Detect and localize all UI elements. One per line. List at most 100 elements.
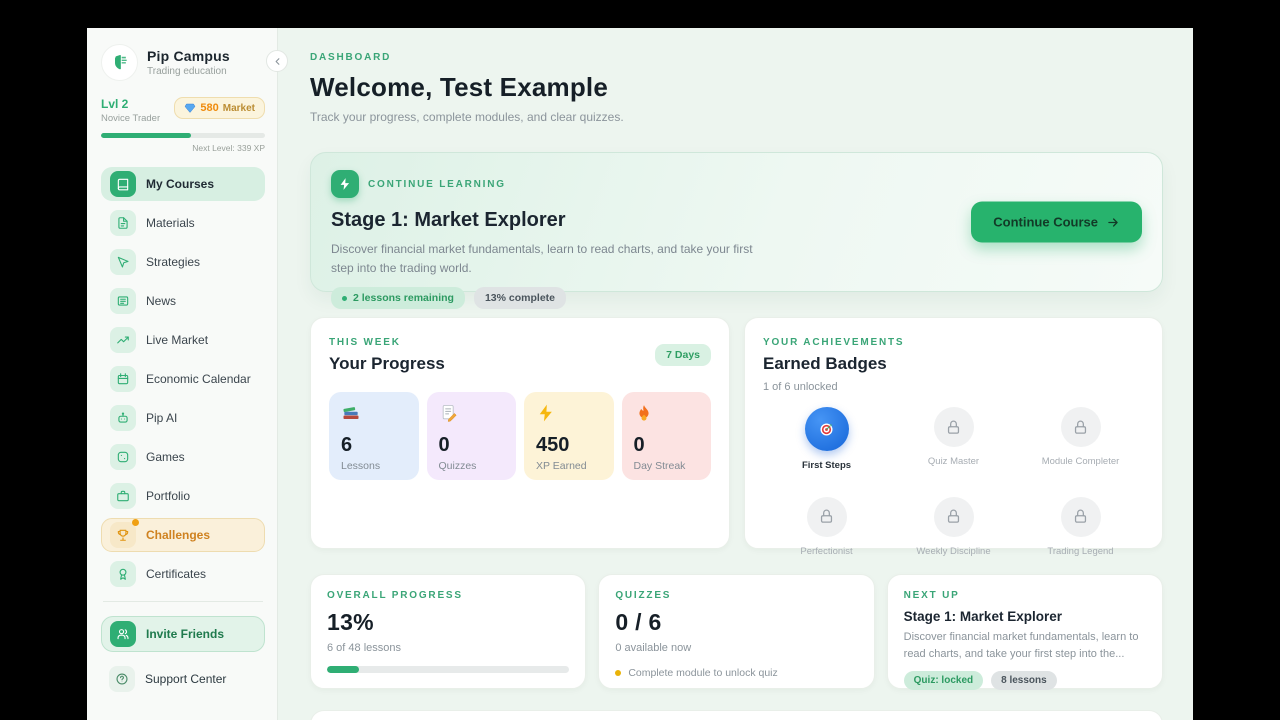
brand-name: Pip Campus bbox=[147, 48, 230, 64]
amber-dot bbox=[615, 670, 622, 676]
achievements-card: YOUR ACHIEVEMENTS Earned Badges 1 of 6 u… bbox=[744, 317, 1163, 557]
sidebar-item-label: Certificates bbox=[146, 567, 207, 581]
quiz-locked-pill: Quiz: locked bbox=[903, 671, 984, 690]
badge-label: Module Completer bbox=[1041, 456, 1120, 467]
bolt-icon bbox=[539, 404, 552, 422]
sidebar-item-live-market[interactable]: Live Market bbox=[101, 323, 265, 357]
sidebar-item-certificates[interactable]: Certificates bbox=[101, 557, 265, 591]
briefcase-icon bbox=[110, 483, 136, 509]
page-eyebrow: DASHBOARD bbox=[310, 52, 392, 63]
currency-name: Market bbox=[222, 102, 255, 114]
book-icon bbox=[110, 171, 136, 197]
sidebar-item-news[interactable]: News bbox=[101, 284, 265, 318]
sidebar-divider bbox=[103, 601, 263, 602]
your-progress-title: Your Progress bbox=[329, 354, 445, 373]
level-progress-fill bbox=[101, 133, 192, 138]
next-up-eyebrow: NEXT UP bbox=[903, 590, 960, 601]
continue-course-button[interactable]: Continue Course bbox=[971, 201, 1142, 243]
continue-course-description: Discover financial market fundamentals, … bbox=[331, 242, 753, 275]
books-icon bbox=[343, 407, 359, 419]
challenges-notification-dot bbox=[132, 519, 139, 526]
sidebar-item-label: Portfolio bbox=[146, 489, 191, 503]
cursor-icon bbox=[110, 249, 136, 275]
lock-icon bbox=[933, 407, 974, 447]
stat-tile-quizzes: 0 Quizzes bbox=[426, 392, 516, 480]
sidebar-nav: My Courses Materials Strategies News Liv… bbox=[101, 167, 265, 591]
sidebar-item-pip-ai[interactable]: Pip AI bbox=[101, 401, 265, 435]
invite-friends-button[interactable]: Invite Friends bbox=[101, 616, 265, 652]
badge-weekly-discipline: Weekly Discipline bbox=[890, 496, 1017, 559]
flame-icon bbox=[638, 405, 649, 421]
lessons-remaining-pill: 2 lessons remaining bbox=[331, 287, 465, 310]
green-dot bbox=[342, 295, 347, 301]
next-level-text: Next Level: 339 XP bbox=[192, 143, 265, 153]
brand-text: Pip Campus Trading education bbox=[147, 48, 230, 77]
badge-label: Trading Legend bbox=[1047, 545, 1114, 557]
achievements-eyebrow: YOUR ACHIEVEMENTS bbox=[763, 337, 905, 348]
stat-value: 6 bbox=[341, 434, 353, 456]
sidebar-item-challenges[interactable]: Challenges bbox=[101, 518, 265, 552]
stat-value: 0 bbox=[633, 434, 645, 456]
help-icon bbox=[109, 666, 135, 692]
seven-days-badge: 7 Days bbox=[655, 344, 711, 366]
percent-complete-pill: 13% complete bbox=[473, 287, 566, 310]
page-subtitle: Track your progress, complete modules, a… bbox=[310, 110, 624, 124]
sidebar-item-label: Live Market bbox=[146, 333, 209, 347]
quizzes-eyebrow: QUIZZES bbox=[615, 590, 672, 601]
badge-first-steps: First Steps bbox=[763, 407, 890, 473]
sidebar: Pip Campus Trading education Lvl 2 Novic… bbox=[87, 28, 288, 720]
sidebar-item-label: Games bbox=[146, 450, 185, 464]
gem-icon bbox=[184, 102, 196, 114]
dice-icon bbox=[110, 444, 136, 470]
quizzes-subtitle: 0 available now bbox=[615, 642, 692, 654]
support-center-button[interactable]: Support Center bbox=[101, 662, 265, 696]
brand: Pip Campus Trading education bbox=[101, 44, 265, 81]
overall-progress-subtitle: 6 of 48 lessons bbox=[327, 642, 401, 654]
stat-value: 450 bbox=[536, 434, 570, 456]
level-progress-bar bbox=[101, 133, 265, 138]
brand-tagline: Trading education bbox=[147, 66, 227, 77]
stat-label: Day Streak bbox=[633, 460, 686, 472]
award-icon bbox=[110, 561, 136, 587]
badge-perfectionist: Perfectionist bbox=[763, 496, 890, 559]
badge-grid: First Steps Quiz Master Module Completer bbox=[763, 407, 1144, 559]
sidebar-item-games[interactable]: Games bbox=[101, 440, 265, 474]
sidebar-collapse-button[interactable] bbox=[266, 50, 288, 72]
badge-trading-legend: Trading Legend bbox=[1017, 496, 1144, 559]
stat-tile-xp: 450 XP Earned bbox=[524, 392, 614, 480]
lesson-count-pill: 8 lessons bbox=[991, 671, 1057, 690]
badge-label: Quiz Master bbox=[927, 456, 980, 467]
badge-quiz-master: Quiz Master bbox=[890, 407, 1017, 473]
trophy-icon bbox=[110, 519, 139, 548]
next-up-title: Stage 1: Market Explorer bbox=[903, 609, 1062, 624]
chevron-left-icon bbox=[272, 56, 283, 67]
next-up-card: NEXT UP Stage 1: Market Explorer Discove… bbox=[886, 574, 1163, 690]
zap-icon bbox=[331, 170, 359, 198]
brand-avatar bbox=[101, 44, 138, 81]
lock-icon bbox=[1060, 496, 1101, 537]
sidebar-item-strategies[interactable]: Strategies bbox=[101, 245, 265, 279]
sidebar-item-my-courses[interactable]: My Courses bbox=[101, 167, 265, 201]
partial-card bbox=[310, 710, 1163, 720]
continue-learning-card: CONTINUE LEARNING Stage 1: Market Explor… bbox=[310, 152, 1163, 310]
overall-progress-card: OVERALL PROGRESS 13% 6 of 48 lessons bbox=[310, 574, 587, 689]
sidebar-item-label: Pip AI bbox=[146, 411, 178, 425]
badge-label: First Steps bbox=[801, 460, 852, 471]
lock-icon bbox=[933, 496, 974, 537]
main-content: DASHBOARD Welcome, Test Example Track yo… bbox=[278, 28, 1193, 720]
sidebar-item-label: News bbox=[146, 294, 177, 308]
currency-badge[interactable]: 580 Market bbox=[174, 97, 265, 119]
weekly-progress-card: THIS WEEK Your Progress 7 Days 6 Lessons… bbox=[310, 317, 730, 549]
stat-label: Quizzes bbox=[438, 460, 477, 472]
sidebar-item-label: Challenges bbox=[146, 528, 211, 542]
newspaper-icon bbox=[110, 288, 136, 314]
support-center-label: Support Center bbox=[145, 672, 227, 686]
sidebar-item-materials[interactable]: Materials bbox=[101, 206, 265, 240]
page-title: Welcome, Test Example bbox=[310, 72, 609, 102]
badge-label: Weekly Discipline bbox=[916, 545, 991, 557]
stat-value: 0 bbox=[438, 434, 450, 456]
sidebar-item-label: My Courses bbox=[146, 177, 215, 191]
sidebar-item-portfolio[interactable]: Portfolio bbox=[101, 479, 265, 513]
sidebar-item-economic-calendar[interactable]: Economic Calendar bbox=[101, 362, 265, 396]
invite-friends-label: Invite Friends bbox=[146, 627, 225, 641]
